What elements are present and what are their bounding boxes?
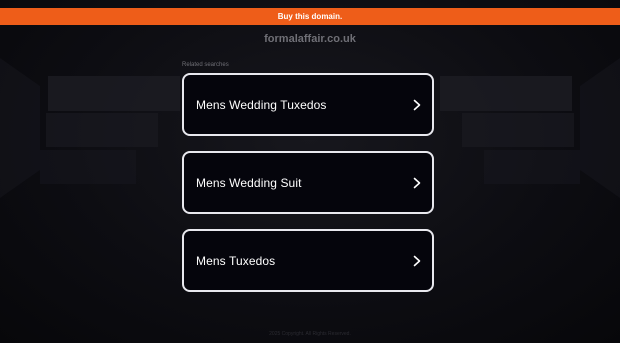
domain-name: formalaffair.co.uk — [264, 33, 356, 45]
background-shape-right-2 — [462, 113, 574, 147]
related-search-item[interactable]: Mens Wedding Suit — [182, 151, 434, 214]
related-search-item[interactable]: Mens Wedding Tuxedos — [182, 73, 434, 136]
background-shape-left-edge — [0, 58, 40, 198]
related-search-item[interactable]: Mens Tuxedos — [182, 229, 434, 292]
chevron-right-icon — [412, 176, 422, 190]
chevron-right-icon — [412, 98, 422, 112]
background-shape-left-1 — [48, 76, 180, 111]
related-search-label: Mens Tuxedos — [196, 253, 276, 268]
buy-domain-link[interactable]: Buy this domain. — [278, 12, 342, 21]
background-shape-left-2 — [46, 113, 158, 147]
background-shape-right-3 — [484, 150, 580, 184]
related-search-label: Mens Wedding Tuxedos — [196, 97, 327, 112]
related-searches-heading: Related searches — [182, 62, 229, 68]
footer-copyright: 2025 Copyright. All Rights Reserved. — [269, 331, 351, 337]
parked-domain-page: Buy this domain. formalaffair.co.uk Rela… — [0, 0, 620, 343]
related-search-label: Mens Wedding Suit — [196, 175, 302, 190]
background-shape-left-3 — [40, 150, 136, 184]
chevron-right-icon — [412, 254, 422, 268]
background-shape-right-1 — [440, 76, 572, 111]
buy-domain-banner[interactable]: Buy this domain. — [0, 8, 620, 25]
background-shape-right-edge — [580, 58, 620, 198]
